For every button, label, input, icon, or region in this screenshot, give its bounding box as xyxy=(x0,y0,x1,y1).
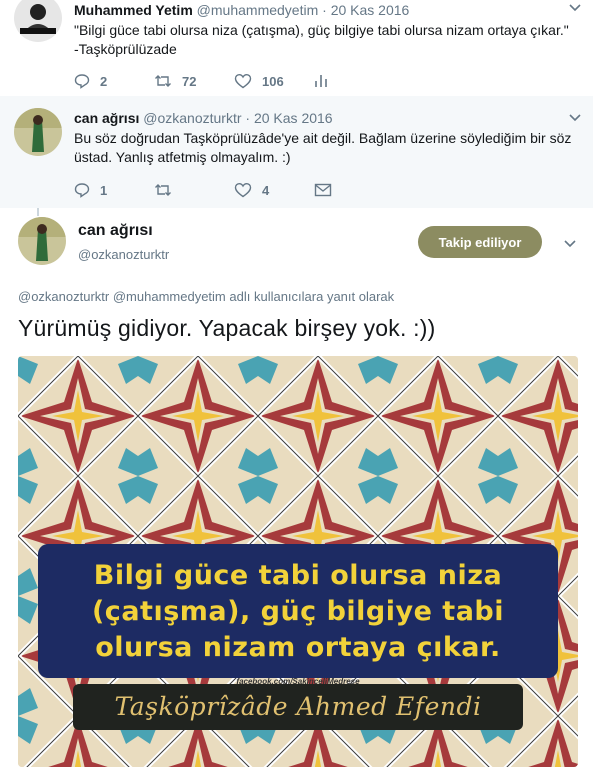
heart-icon xyxy=(234,182,252,198)
like-count: 4 xyxy=(262,182,270,198)
analytics-icon xyxy=(315,75,327,87)
tweet-muhammed-yetim[interactable]: Muhammed Yetim @muhammedyetim · 20 Kas 2… xyxy=(0,0,593,96)
replying-to-suffix: adlı kullanıcılara yanıt olarak xyxy=(229,289,395,304)
separator: · xyxy=(322,2,327,18)
user-handle[interactable]: @ozkanozturktr xyxy=(143,110,241,126)
quote-line: Bilgi güce tabi olursa niza xyxy=(93,560,503,591)
tweet-text-line1: Bu söz doğrudan Taşköprülüzâde'ye ait de… xyxy=(74,130,572,146)
user-handle[interactable]: @ozkanozturktr xyxy=(78,247,169,262)
quote-box: Bilgi güce tabi olursa niza (çatışma), g… xyxy=(38,544,558,678)
tweet-text-line1: "Bilgi güce tabi olursa niza (çatışma), … xyxy=(74,22,569,38)
reply-count: 2 xyxy=(100,73,108,89)
avatar[interactable] xyxy=(18,217,66,265)
replying-to: @ozkanozturktr @muhammedyetim adlı kulla… xyxy=(18,289,394,304)
tweet-text-line2: -Taşköprülüzade xyxy=(74,41,177,57)
chevron-down-icon[interactable] xyxy=(567,0,583,16)
user-handle[interactable]: @muhammedyetim xyxy=(197,2,319,18)
like-button[interactable]: 4 xyxy=(234,182,314,198)
retweet-icon xyxy=(155,184,171,196)
display-name[interactable]: can ağrısı xyxy=(74,110,139,126)
tweet-media-image[interactable]: Bilgi güce tabi olursa niza (çatışma), g… xyxy=(18,356,578,767)
display-name[interactable]: can ağrısı xyxy=(78,222,153,240)
tweet-text: "Bilgi güce tabi olursa niza (çatışma), … xyxy=(74,21,579,59)
reply-button[interactable]: 2 xyxy=(74,73,154,89)
heart-icon xyxy=(234,73,252,89)
chevron-down-icon[interactable] xyxy=(562,236,578,252)
tweet-actions: 2 72 106 xyxy=(74,70,394,92)
reply-button[interactable]: 1 xyxy=(74,182,154,198)
quote-line: olursa nizam ortaya çıkar. xyxy=(95,632,501,663)
retweet-icon xyxy=(155,75,171,87)
author-box: Taşköprîzâde Ahmed Efendi xyxy=(73,684,523,730)
retweet-button[interactable] xyxy=(154,182,234,198)
analytics-button[interactable] xyxy=(314,73,394,89)
mention-link[interactable]: @ozkanozturktr xyxy=(18,289,109,304)
quote-author: Taşköprîzâde Ahmed Efendi xyxy=(114,692,482,721)
tweet-actions: 1 4 xyxy=(74,179,394,201)
main-tweet-text: Yürümüş gidiyor. Yapacak birşey yok. :)) xyxy=(18,315,436,341)
reply-icon xyxy=(74,183,90,198)
following-button[interactable]: Takip ediliyor xyxy=(418,226,542,258)
tweet-date[interactable]: 20 Kas 2016 xyxy=(331,2,410,18)
tweet-date[interactable]: 20 Kas 2016 xyxy=(254,110,333,126)
separator: · xyxy=(245,110,251,126)
avatar[interactable] xyxy=(14,0,62,42)
envelope-icon xyxy=(314,183,332,197)
retweet-button[interactable]: 72 xyxy=(154,73,234,89)
like-count: 106 xyxy=(262,73,284,89)
display-name[interactable]: Muhammed Yetim xyxy=(74,2,193,18)
reply-count: 1 xyxy=(100,182,108,198)
tweet-can-agrisi-reply[interactable]: can ağrısı @ozkanozturktr · 20 Kas 2016 … xyxy=(0,96,593,208)
message-button[interactable] xyxy=(314,182,394,198)
mention-link[interactable]: @muhammedyetim xyxy=(113,289,226,304)
avatar[interactable] xyxy=(14,108,62,156)
retweet-count: 72 xyxy=(182,73,197,89)
like-button[interactable]: 106 xyxy=(234,73,314,89)
reply-icon xyxy=(74,74,90,89)
tweet-text: Bu söz doğrudan Taşköprülüzâde'ye ait de… xyxy=(74,129,579,167)
quote-line: (çatışma), güç bilgiye tabi xyxy=(91,596,505,627)
chevron-down-icon[interactable] xyxy=(567,110,583,126)
tweet-header: can ağrısı @ozkanozturktr · 20 Kas 2016 xyxy=(74,110,333,126)
tweet-text-line2: üstad. Yanlış atfetmiş olmayalım. :) xyxy=(74,149,291,165)
tweet-header: Muhammed Yetim @muhammedyetim · 20 Kas 2… xyxy=(74,2,409,18)
